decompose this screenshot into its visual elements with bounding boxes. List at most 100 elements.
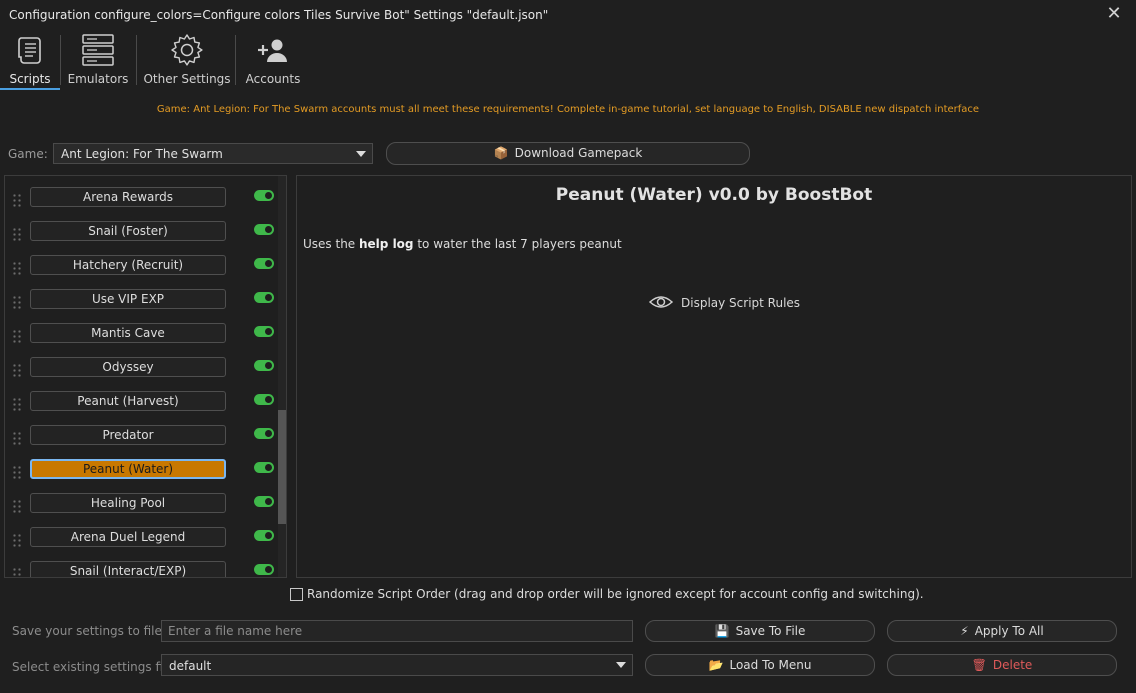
- drag-handle-icon[interactable]: [12, 329, 22, 345]
- script-toggle[interactable]: [254, 326, 274, 337]
- script-button[interactable]: Healing Pool: [30, 493, 226, 513]
- drag-handle-icon[interactable]: [12, 227, 22, 243]
- script-toggle[interactable]: [254, 360, 274, 371]
- tab-divider: [136, 35, 137, 85]
- script-toggle[interactable]: [254, 564, 274, 575]
- list-item: Mantis Cave: [5, 321, 275, 355]
- tab-other-settings[interactable]: Other Settings: [142, 30, 232, 88]
- script-toggle[interactable]: [254, 462, 274, 473]
- script-list: Arena Rewards Snail (Foster) Hatchery (R…: [4, 175, 287, 578]
- select-settings-label: Select existing settings file: [12, 660, 174, 674]
- script-button[interactable]: Arena Duel Legend: [30, 527, 226, 547]
- script-toggle[interactable]: [254, 258, 274, 269]
- tab-scripts[interactable]: Scripts: [2, 30, 58, 88]
- drag-handle-icon[interactable]: [12, 193, 22, 209]
- window-title: Configuration configure_colors=Configure…: [9, 8, 549, 22]
- list-item: Snail (Interact/EXP): [5, 559, 275, 577]
- save-to-file-button[interactable]: 💾 Save To File: [645, 620, 875, 642]
- tab-accounts[interactable]: Accounts: [240, 30, 306, 88]
- save-icon: 💾: [714, 624, 730, 638]
- list-item: Peanut (Water): [5, 457, 275, 491]
- script-toggle[interactable]: [254, 496, 274, 507]
- description-bold: help log: [359, 237, 414, 251]
- file-name-field[interactable]: [161, 620, 633, 642]
- tab-divider: [60, 35, 61, 85]
- drag-handle-icon[interactable]: [12, 363, 22, 379]
- game-label: Game:: [8, 147, 48, 161]
- script-toggle[interactable]: [254, 292, 274, 303]
- script-button[interactable]: Predator: [30, 425, 226, 445]
- apply-to-all-button[interactable]: ⚡ Apply To All: [887, 620, 1117, 642]
- requirements-warning: Game: Ant Legion: For The Swarm accounts…: [156, 104, 980, 115]
- list-item: Use VIP EXP: [5, 287, 275, 321]
- game-select[interactable]: Ant Legion: For The Swarm: [53, 143, 373, 164]
- download-gamepack-label: Download Gamepack: [514, 146, 643, 160]
- tab-scripts-label: Scripts: [9, 72, 51, 86]
- chevron-down-icon: [616, 662, 626, 668]
- save-to-file-label: Save To File: [735, 624, 806, 638]
- description-text: to water the last 7 players peanut: [413, 237, 622, 251]
- list-item: Arena Duel Legend: [5, 525, 275, 559]
- script-toggle[interactable]: [254, 190, 274, 201]
- script-toggle[interactable]: [254, 428, 274, 439]
- drag-handle-icon[interactable]: [12, 533, 22, 549]
- drag-handle-icon[interactable]: [12, 295, 22, 311]
- tab-other-settings-label: Other Settings: [143, 72, 231, 86]
- script-button[interactable]: Use VIP EXP: [30, 289, 226, 309]
- active-tab-indicator: [0, 88, 60, 90]
- tab-emulators-label: Emulators: [67, 72, 129, 86]
- trash-icon: 🗑: [971, 658, 987, 672]
- gear-icon: [171, 34, 203, 66]
- list-item: Arena Rewards: [5, 185, 275, 219]
- settings-file-select[interactable]: default: [161, 654, 633, 676]
- delete-button[interactable]: 🗑 Delete: [887, 654, 1117, 676]
- script-button[interactable]: Hatchery (Recruit): [30, 255, 226, 275]
- randomize-label: Randomize Script Order (drag and drop or…: [307, 587, 924, 601]
- display-script-rules-label: Display Script Rules: [681, 296, 801, 310]
- script-button[interactable]: Snail (Foster): [30, 221, 226, 241]
- add-user-icon: [258, 39, 287, 62]
- drag-handle-icon[interactable]: [12, 431, 22, 447]
- tab-accounts-label: Accounts: [245, 72, 301, 86]
- randomize-checkbox[interactable]: [290, 588, 303, 601]
- eye-icon: [649, 296, 673, 308]
- drag-handle-icon[interactable]: [12, 567, 22, 577]
- drag-handle-icon[interactable]: [12, 499, 22, 515]
- load-to-menu-button[interactable]: 📂 Load To Menu: [645, 654, 875, 676]
- server-icon: [82, 34, 114, 66]
- list-item: Healing Pool: [5, 491, 275, 525]
- drag-handle-icon[interactable]: [12, 397, 22, 413]
- title-bar: Configuration configure_colors=Configure…: [0, 0, 1136, 30]
- script-button[interactable]: Mantis Cave: [30, 323, 226, 343]
- drag-handle-icon[interactable]: [12, 465, 22, 481]
- tab-bar: Scripts Emulators Other Settings Account…: [0, 30, 1136, 90]
- list-item: Hatchery (Recruit): [5, 253, 275, 287]
- drag-handle-icon[interactable]: [12, 261, 22, 277]
- script-description: Uses the help log to water the last 7 pl…: [303, 237, 622, 251]
- list-item: Snail (Foster): [5, 219, 275, 253]
- load-to-menu-label: Load To Menu: [729, 658, 812, 672]
- lightning-icon: ⚡: [960, 624, 969, 638]
- chevron-down-icon: [356, 151, 366, 157]
- close-icon[interactable]: ✕: [1104, 4, 1124, 24]
- script-button[interactable]: Snail (Interact/EXP): [30, 561, 226, 577]
- script-button[interactable]: Odyssey: [30, 357, 226, 377]
- download-gamepack-button[interactable]: 📦 Download Gamepack: [386, 142, 750, 165]
- script-button[interactable]: Arena Rewards: [30, 187, 226, 207]
- scroll-icon: [18, 37, 41, 64]
- script-button-selected[interactable]: Peanut (Water): [30, 459, 226, 479]
- tab-emulators[interactable]: Emulators: [64, 30, 132, 88]
- folder-icon: 📂: [708, 658, 724, 672]
- script-toggle[interactable]: [254, 530, 274, 541]
- script-toggle[interactable]: [254, 394, 274, 405]
- package-icon: 📦: [493, 146, 509, 160]
- list-item: Predator: [5, 423, 275, 457]
- game-select-value: Ant Legion: For The Swarm: [61, 147, 223, 161]
- save-settings-label: Save your settings to file: [12, 624, 162, 638]
- delete-label: Delete: [992, 658, 1033, 672]
- script-toggle[interactable]: [254, 224, 274, 235]
- script-button[interactable]: Peanut (Harvest): [30, 391, 226, 411]
- file-name-input[interactable]: [162, 621, 632, 641]
- list-item: Peanut (Harvest): [5, 389, 275, 423]
- scrollbar-thumb[interactable]: [278, 410, 286, 524]
